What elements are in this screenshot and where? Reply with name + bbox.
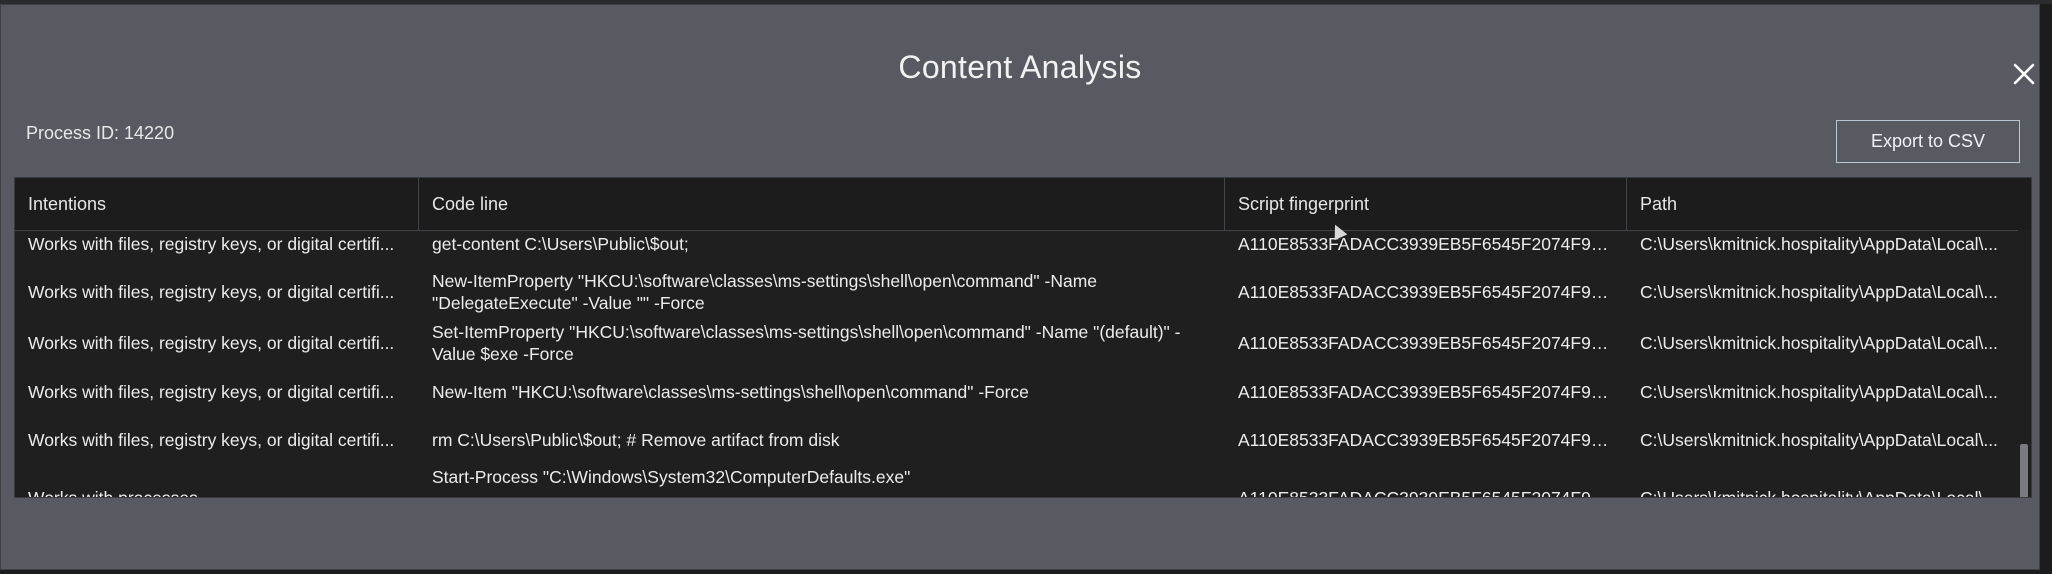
code-line-cell: rm C:\Users\Public\$out; # Remove artifa… <box>432 430 840 450</box>
intention-cell: Works with files, registry keys, or digi… <box>28 381 395 402</box>
table-row[interactable]: Works with files, registry keys, or digi… <box>15 368 2016 416</box>
table-row[interactable]: Works with processes Start-Process "C:\W… <box>15 464 2016 498</box>
intention-cell: Works with processes <box>28 488 198 498</box>
fingerprint-cell: A110E8533FADACC3939EB5F6545F2074F9BA... <box>1238 429 1627 450</box>
scrollbar-thumb[interactable] <box>2020 444 2028 497</box>
table-header: Intentions Code line Script fingerprint … <box>15 178 2031 231</box>
table-row[interactable]: Works with files, registry keys, or digi… <box>15 230 2016 266</box>
table-row[interactable]: Works with files, registry keys, or digi… <box>15 266 2016 318</box>
close-icon <box>2013 63 2035 85</box>
column-header-script-fingerprint[interactable]: Script fingerprint <box>1225 178 1627 230</box>
table-row[interactable]: Works with files, registry keys, or digi… <box>15 416 2016 464</box>
column-header-path[interactable]: Path <box>1627 178 2031 230</box>
fingerprint-cell: A110E8533FADACC3939EB5F6545F2074F9BA... <box>1238 332 1627 353</box>
table-scrollbar[interactable] <box>2018 230 2031 497</box>
table-row[interactable]: Works with files, registry keys, or digi… <box>15 318 2016 368</box>
fingerprint-cell: A110E8533FADACC3939EB5F6545F2074F9BA... <box>1238 281 1627 302</box>
export-csv-button[interactable]: Export to CSV <box>1836 120 2020 163</box>
code-line-cell: Start-Process "C:\Windows\System32\Compu… <box>432 467 911 487</box>
path-cell: C:\Users\kmitnick.hospitality\AppData\Lo… <box>1640 281 1998 302</box>
table-body[interactable]: Works with files, registry keys, or digi… <box>15 230 2016 498</box>
fingerprint-cell: A110E8533FADACC3939EB5F6545F2074F9BA... <box>1238 381 1627 402</box>
process-id-label: Process ID: 14220 <box>26 123 175 143</box>
path-cell: C:\Users\kmitnick.hospitality\AppData\Lo… <box>1640 429 1998 450</box>
intention-cell: Works with files, registry keys, or digi… <box>28 233 395 254</box>
code-line-cell: New-ItemProperty "HKCU:\software\classes… <box>432 271 1097 313</box>
analysis-table: Intentions Code line Script fingerprint … <box>14 177 2032 498</box>
path-cell: C:\Users\kmitnick.hospitality\AppData\Lo… <box>1640 381 1998 402</box>
close-button[interactable] <box>2007 57 2041 91</box>
code-line-cell: New-Item "HKCU:\software\classes\ms-sett… <box>432 382 1029 402</box>
code-line-cell: get-content C:\Users\Public\$out; <box>432 234 689 254</box>
path-cell: C:\Users\kmitnick.hospitality\AppData\Lo… <box>1640 332 1998 353</box>
path-cell: C:\Users\kmitnick.hospitality\AppData\Lo… <box>1640 233 1998 254</box>
fingerprint-cell: A110E8533FADACC3939EB5F6545F2074F9BA... <box>1238 233 1627 254</box>
intention-cell: Works with files, registry keys, or digi… <box>28 281 395 302</box>
intention-cell: Works with files, registry keys, or digi… <box>28 332 395 353</box>
fingerprint-cell: A110E8533FADACC3939EB5F6545F2074F9BA... <box>1238 488 1627 498</box>
content-analysis-dialog: Content Analysis Process ID: 14220 Expor… <box>0 4 2040 570</box>
column-header-intentions[interactable]: Intentions <box>15 178 419 230</box>
code-line-cell: Set-ItemProperty "HKCU:\software\classes… <box>432 322 1181 364</box>
dialog-title: Content Analysis <box>898 49 1142 85</box>
column-header-code-line[interactable]: Code line <box>419 178 1225 230</box>
intention-cell: Works with files, registry keys, or digi… <box>28 429 395 450</box>
path-cell: C:\Users\kmitnick.hospitality\AppData\Lo… <box>1640 488 1998 498</box>
